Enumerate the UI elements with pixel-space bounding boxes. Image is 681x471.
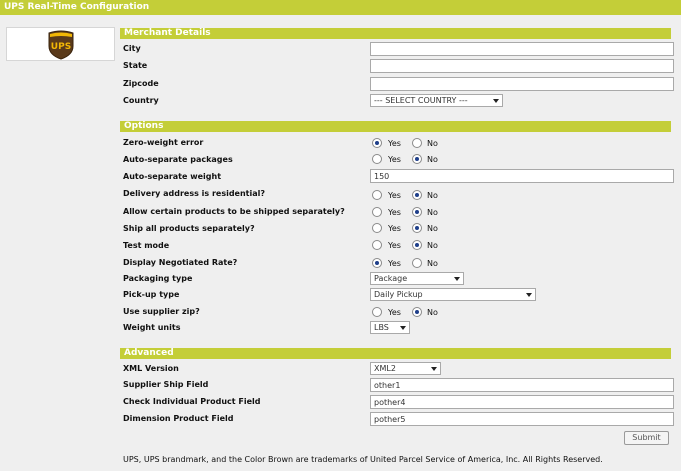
no-label: No [427, 224, 438, 233]
pickup-type-value: Daily Pickup [374, 290, 423, 299]
supplier-zip-yes-radio[interactable] [372, 307, 382, 317]
yes-label: Yes [388, 155, 401, 164]
logo-text: UPS [51, 42, 71, 52]
no-label: No [427, 241, 438, 250]
chevron-down-icon [454, 277, 460, 281]
check-individual-field-label: Check Individual Product Field [123, 397, 261, 406]
yes-label: Yes [388, 308, 401, 317]
auto-separate-label: Auto-separate packages [123, 155, 233, 164]
dimension-field-input[interactable] [370, 412, 674, 426]
check-individual-field-input[interactable] [370, 395, 674, 409]
allow-separate-yes-radio[interactable] [372, 207, 382, 217]
residential-label: Delivery address is residential? [123, 189, 266, 198]
pickup-type-select[interactable]: Daily Pickup [370, 288, 536, 301]
packaging-type-value: Package [374, 274, 408, 283]
window-title: UPS Real-Time Configuration [0, 0, 681, 15]
yes-label: Yes [388, 259, 401, 268]
country-select[interactable]: --- SELECT COUNTRY --- [370, 94, 503, 107]
test-mode-no-radio[interactable] [412, 240, 422, 250]
supplier-zip-no-radio[interactable] [412, 307, 422, 317]
zero-weight-yes-radio[interactable] [372, 138, 382, 148]
packaging-type-label: Packaging type [123, 274, 193, 283]
no-label: No [427, 308, 438, 317]
no-label: No [427, 259, 438, 268]
weight-units-select[interactable]: LBS [370, 321, 410, 334]
residential-no-radio[interactable] [412, 190, 422, 200]
no-label: No [427, 191, 438, 200]
auto-separate-no-radio[interactable] [412, 154, 422, 164]
section-advanced: Advanced [120, 348, 671, 359]
yes-label: Yes [388, 241, 401, 250]
yes-label: Yes [388, 224, 401, 233]
no-label: No [427, 139, 438, 148]
supplier-ship-field-label: Supplier Ship Field [123, 380, 209, 389]
zipcode-label: Zipcode [123, 79, 159, 88]
state-input[interactable] [370, 59, 674, 73]
yes-label: Yes [388, 139, 401, 148]
negotiated-rate-label: Display Negotiated Rate? [123, 258, 238, 267]
xml-version-value: XML2 [374, 364, 396, 373]
city-label: City [123, 44, 141, 53]
dimension-field-label: Dimension Product Field [123, 414, 234, 423]
weight-units-label: Weight units [123, 323, 181, 332]
supplier-zip-label: Use supplier zip? [123, 307, 200, 316]
pickup-type-label: Pick-up type [123, 290, 180, 299]
allow-separate-label: Allow certain products to be shipped sep… [123, 207, 345, 216]
yes-label: Yes [388, 191, 401, 200]
no-label: No [427, 208, 438, 217]
trademark-footer: UPS, UPS brandmark, and the Color Brown … [123, 455, 603, 464]
state-label: State [123, 61, 148, 70]
supplier-ship-field-input[interactable] [370, 378, 674, 392]
allow-separate-no-radio[interactable] [412, 207, 422, 217]
packaging-type-select[interactable]: Package [370, 272, 464, 285]
negotiated-rate-yes-radio[interactable] [372, 258, 382, 268]
auto-separate-weight-input[interactable] [370, 169, 674, 183]
zero-weight-label: Zero-weight error [123, 138, 204, 147]
xml-version-label: XML Version [123, 364, 179, 373]
ups-logo: UPS [6, 27, 115, 61]
auto-separate-weight-label: Auto-separate weight [123, 172, 222, 181]
negotiated-rate-no-radio[interactable] [412, 258, 422, 268]
residential-yes-radio[interactable] [372, 190, 382, 200]
section-options: Options [120, 121, 671, 132]
test-mode-yes-radio[interactable] [372, 240, 382, 250]
chevron-down-icon [493, 99, 499, 103]
ship-all-separate-yes-radio[interactable] [372, 223, 382, 233]
xml-version-select[interactable]: XML2 [370, 362, 441, 375]
zero-weight-no-radio[interactable] [412, 138, 422, 148]
no-label: No [427, 155, 438, 164]
chevron-down-icon [400, 326, 406, 330]
ship-all-separate-no-radio[interactable] [412, 223, 422, 233]
chevron-down-icon [526, 293, 532, 297]
zipcode-input[interactable] [370, 77, 674, 91]
country-select-value: --- SELECT COUNTRY --- [374, 96, 468, 105]
weight-units-value: LBS [374, 323, 389, 332]
auto-separate-yes-radio[interactable] [372, 154, 382, 164]
section-merchant-details: Merchant Details [120, 28, 671, 39]
ship-all-separate-label: Ship all products separately? [123, 224, 255, 233]
ups-shield-icon: UPS [48, 30, 74, 60]
chevron-down-icon [431, 367, 437, 371]
city-input[interactable] [370, 42, 674, 56]
yes-label: Yes [388, 208, 401, 217]
submit-button[interactable]: Submit [624, 431, 669, 445]
country-label: Country [123, 96, 159, 105]
test-mode-label: Test mode [123, 241, 170, 250]
